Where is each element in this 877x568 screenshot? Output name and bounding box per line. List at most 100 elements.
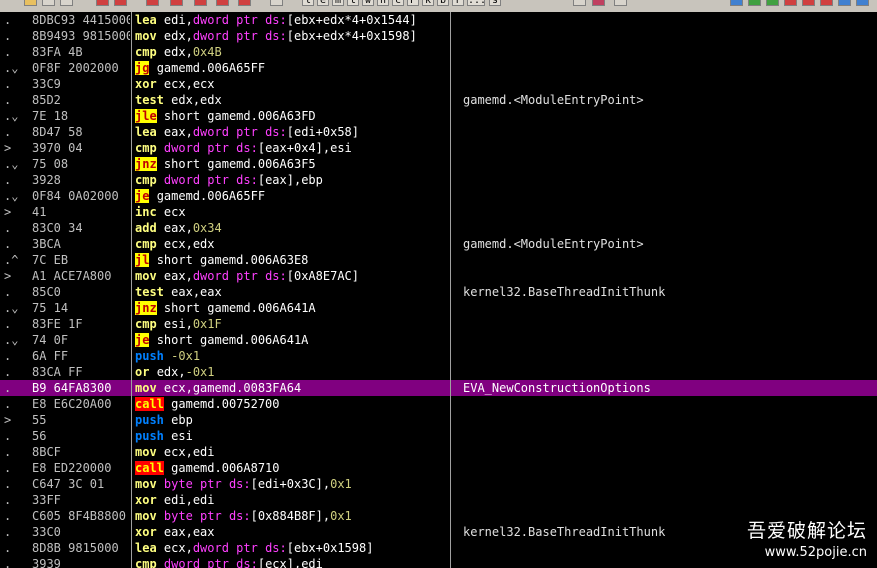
plugin-icon-7[interactable] xyxy=(838,0,851,6)
window-button-P[interactable]: P xyxy=(407,0,419,6)
window-button-r[interactable]: r xyxy=(452,0,464,6)
disassembly-cell: push -0x1 xyxy=(135,348,447,364)
disassembly-cell: jg gamemd.006A65FF xyxy=(135,60,447,76)
operand: esi, xyxy=(163,317,193,331)
window-button-t[interactable]: t xyxy=(347,0,359,6)
mnemonic: call xyxy=(135,461,164,475)
operand: [ebx+edx*4+0x1544] xyxy=(286,13,417,27)
jump-marker: . xyxy=(4,77,12,91)
window-button-m[interactable]: m xyxy=(332,0,344,6)
jump-marker: . xyxy=(4,397,12,411)
window-button-more[interactable]: ... xyxy=(467,0,485,6)
hex-dump-cell: 75 08 xyxy=(32,157,69,171)
operand: ebp xyxy=(171,413,193,427)
disassembly-cell: je short gamemd.006A641A xyxy=(135,332,447,348)
jump-marker: > xyxy=(4,141,12,155)
window-button-b[interactable]: b xyxy=(437,0,449,6)
mnemonic: mov xyxy=(135,509,157,523)
jump-marker: . xyxy=(4,493,12,507)
window-button-c[interactable]: c xyxy=(392,0,404,6)
trace-into-icon[interactable] xyxy=(194,0,207,6)
jump-marker: . xyxy=(4,237,12,251)
hex-dump-cell: 33C0 xyxy=(32,525,61,539)
plugin-icon-3[interactable] xyxy=(766,0,779,6)
hex-dump-cell: 3939 xyxy=(32,557,61,568)
hex-dump-cell: C647 3C 01 xyxy=(32,477,105,491)
operand: 0x1 xyxy=(330,477,352,491)
window-button-w[interactable]: w xyxy=(362,0,374,6)
mnemonic: cmp xyxy=(135,45,157,59)
mnemonic: lea xyxy=(135,541,157,555)
help-icon[interactable] xyxy=(614,0,627,6)
hex-dump-cell: 8BCF xyxy=(32,445,61,459)
rewind-icon[interactable] xyxy=(42,0,55,6)
jump-marker: > xyxy=(4,205,12,219)
column-divider xyxy=(450,12,451,568)
jump-marker: > xyxy=(4,413,12,427)
window-button-s[interactable]: s xyxy=(489,0,501,6)
disassembly-cell: cmp ecx,edx xyxy=(135,236,447,252)
hex-dump-cell: 74 0F xyxy=(32,333,69,347)
hex-dump-cell: 55 xyxy=(32,413,47,427)
open-icon[interactable] xyxy=(24,0,37,6)
disassembly-cell: je gamemd.006A65FF xyxy=(135,188,447,204)
plugin-icon-2[interactable] xyxy=(748,0,761,6)
disassembly-cell: mov byte ptr ds:[0x884B8F],0x1 xyxy=(135,508,447,524)
operand: gamemd.006A8710 xyxy=(171,461,280,475)
hex-dump-cell: 8D47 58 xyxy=(32,125,83,139)
mnemonic: xor xyxy=(135,493,157,507)
mnemonic: push xyxy=(135,413,164,427)
operand: 0x34 xyxy=(192,221,222,235)
operand: 0x4B xyxy=(192,45,222,59)
operand: [ebx+edx*4+0x1598] xyxy=(286,29,417,43)
window-button-e[interactable]: e xyxy=(317,0,329,6)
window-button-l[interactable]: l xyxy=(302,0,314,6)
disassembly-cell: jnz short gamemd.006A63F5 xyxy=(135,156,447,172)
watermark-url: www.52pojie.cn xyxy=(764,545,867,560)
operand: ecx,edi xyxy=(163,445,215,459)
operand: eax,eax xyxy=(171,285,222,299)
plugin-icon-5[interactable] xyxy=(802,0,815,6)
jump-marker: . xyxy=(4,173,12,187)
mnemonic: mov xyxy=(135,29,157,43)
operand: ecx,edx xyxy=(163,237,215,251)
pause-icon[interactable] xyxy=(114,0,127,6)
run-icon[interactable] xyxy=(96,0,109,6)
disassembly-cell: or edx,-0x1 xyxy=(135,364,447,380)
operand: [0xA8E7AC] xyxy=(286,269,359,283)
jump-marker: . xyxy=(4,445,12,459)
window-button-h[interactable]: h xyxy=(377,0,389,6)
disassembly-cell: cmp dword ptr ds:[ecx],edi xyxy=(135,556,447,568)
window-button-k[interactable]: k xyxy=(422,0,434,6)
disassembly-cell: cmp esi,0x1F xyxy=(135,316,447,332)
hex-dump-cell: 0F84 0A02000 xyxy=(32,189,119,203)
step-into-icon[interactable] xyxy=(146,0,159,6)
operand: edx, xyxy=(163,29,193,43)
execute-till-return-icon[interactable] xyxy=(238,0,251,6)
operand: eax, xyxy=(163,125,193,139)
operand: [eax],ebp xyxy=(257,173,323,187)
watermark-title: 吾爱破解论坛 xyxy=(746,520,867,542)
disassembly-cell: xor ecx,ecx xyxy=(135,76,447,92)
plugin-icon-6[interactable] xyxy=(820,0,833,6)
disassembly-cell: xor eax,eax xyxy=(135,524,447,540)
mnemonic: mov xyxy=(135,445,157,459)
step-over-icon[interactable] xyxy=(170,0,183,6)
jump-marker: . xyxy=(4,221,12,235)
close-icon[interactable] xyxy=(60,0,73,6)
operand: short gamemd.006A63E8 xyxy=(156,253,309,267)
operand: gamemd.006A65FF xyxy=(156,189,266,203)
trace-over-icon[interactable] xyxy=(216,0,229,6)
operand: dword ptr ds: xyxy=(163,173,258,187)
plugin-icon-8[interactable] xyxy=(856,0,869,6)
mnemonic: cmp xyxy=(135,141,157,155)
plugin-icon-4[interactable] xyxy=(784,0,797,6)
toolbar: l e m t w h c Pk b r... s xyxy=(0,0,877,12)
plugin-icon-1[interactable] xyxy=(730,0,743,6)
mnemonic: mov xyxy=(135,381,157,395)
goto-icon[interactable] xyxy=(270,0,283,6)
options-icon[interactable] xyxy=(592,0,605,6)
mnemonic: call xyxy=(135,397,164,411)
list-icon[interactable] xyxy=(573,0,586,6)
hex-dump-cell: 83C0 34 xyxy=(32,221,83,235)
